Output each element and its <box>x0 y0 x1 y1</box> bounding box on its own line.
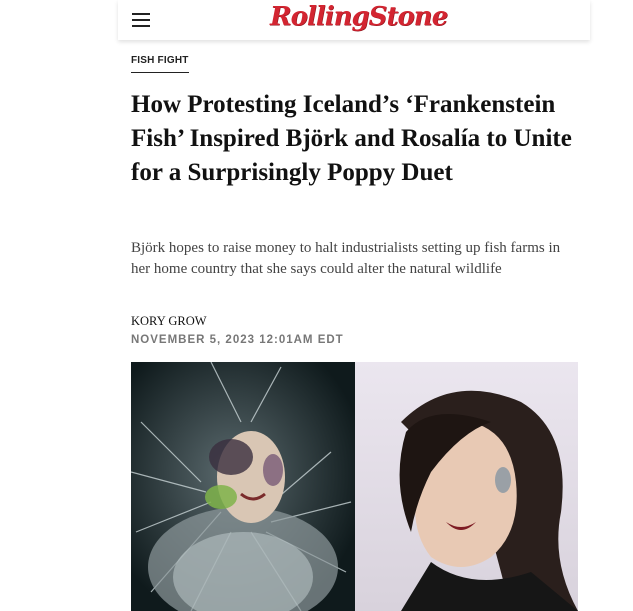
author-link[interactable]: KORY GROW <box>131 314 207 329</box>
site-logo[interactable]: RollingStone <box>270 2 448 32</box>
rosalia-photo <box>355 362 578 611</box>
article-headline: How Protesting Iceland’s ‘Frankenstein F… <box>131 91 572 186</box>
site-header: RollingStone <box>118 0 590 40</box>
kicker-underline <box>131 72 189 73</box>
article-kicker[interactable]: FISH FIGHT <box>131 55 189 66</box>
publish-date: NOVEMBER 5, 2023 12:01AM EDT <box>131 334 344 346</box>
bjork-photo <box>131 362 355 611</box>
menu-icon[interactable] <box>132 13 150 27</box>
article-dek: Björk hopes to raise money to halt indus… <box>131 240 561 277</box>
hero-image <box>131 362 578 611</box>
